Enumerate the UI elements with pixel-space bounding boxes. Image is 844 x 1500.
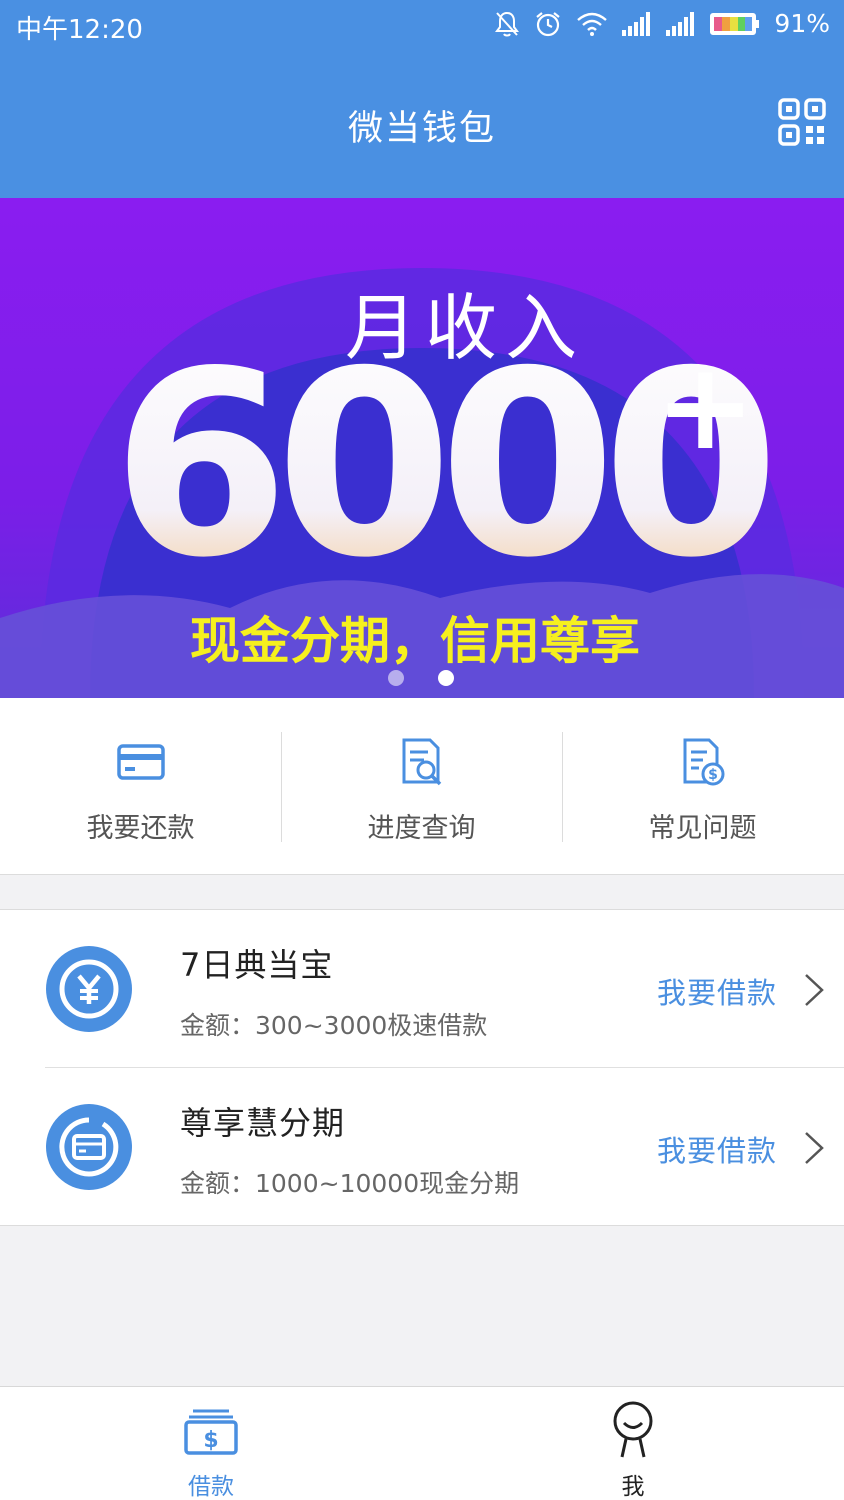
qr-code-icon[interactable]: [778, 98, 826, 146]
progress-query-button[interactable]: 进度查询: [281, 698, 562, 875]
tab-bar: $ 借款 我: [0, 1386, 844, 1500]
repay-button[interactable]: 我要还款: [0, 698, 281, 875]
signal-icon: [666, 11, 695, 36]
card-circle-icon: [46, 1104, 132, 1190]
promo-banner[interactable]: 月收入 6000 + 现金分期，信用尊享: [0, 198, 844, 698]
carousel-indicator: [388, 670, 454, 686]
signal-icon: [622, 11, 651, 36]
chevron-right-icon: [805, 1132, 824, 1164]
card-icon: [116, 744, 165, 780]
document-search-icon: [402, 738, 441, 786]
loan-list: 7日典当宝 金额：300~3000极速借款 我要借款 尊享慧分期 金额：1000…: [0, 909, 844, 1226]
tab-me[interactable]: 我: [422, 1387, 844, 1500]
borrow-button[interactable]: 我要借款: [657, 970, 777, 1012]
banner-artwork: 月收入 6000 + 现金分期，信用尊享: [0, 268, 844, 698]
battery-icon: [710, 12, 760, 35]
document-dollar-icon: $: [683, 738, 724, 786]
repay-label: 我要还款: [86, 813, 195, 844]
status-time: 中午12:20: [16, 15, 143, 45]
progress-query-label: 进度查询: [367, 813, 476, 844]
money-stack-icon: $: [184, 1409, 238, 1455]
chevron-right-icon: [805, 974, 824, 1006]
banner-plus: +: [655, 338, 756, 477]
borrow-button[interactable]: 我要借款: [657, 1128, 777, 1170]
tab-me-label: 我: [621, 1474, 645, 1500]
page-title: 微当钱包: [347, 109, 496, 149]
carousel-dot-active[interactable]: [438, 670, 454, 686]
banner-slogan: 现金分期，信用尊享: [190, 612, 640, 670]
carousel-dot[interactable]: [388, 670, 404, 686]
app-header: 中午12:20 91% 微当钱包: [0, 0, 844, 198]
battery-percentage: 91%: [774, 9, 830, 38]
loan-name: 7日典当宝: [180, 946, 334, 984]
status-icons: 91%: [494, 9, 830, 38]
loan-amount: 金额：1000~10000现金分期: [180, 1169, 520, 1198]
status-bar: 中午12:20 91%: [0, 0, 844, 50]
mute-icon: [495, 11, 520, 36]
svg-text:$: $: [203, 1428, 218, 1453]
svg-text:$: $: [708, 767, 718, 783]
tab-borrow-label: 借款: [188, 1474, 234, 1500]
faq-label: 常见问题: [648, 813, 757, 844]
list-item[interactable]: 7日典当宝 金额：300~3000极速借款 我要借款: [0, 910, 844, 1068]
loan-name: 尊享慧分期: [180, 1104, 346, 1142]
loan-amount: 金额：300~3000极速借款: [180, 1011, 488, 1040]
quick-actions: 我要还款 进度查询 $ 常见问题: [0, 698, 844, 875]
person-icon: [613, 1401, 653, 1458]
wifi-icon: [577, 12, 608, 36]
list-item[interactable]: 尊享慧分期 金额：1000~10000现金分期 我要借款: [0, 1068, 844, 1226]
yuan-icon: [46, 946, 132, 1032]
tab-borrow[interactable]: $ 借款: [0, 1387, 422, 1500]
alarm-icon: [536, 11, 561, 36]
faq-button[interactable]: $ 常见问题: [562, 698, 843, 875]
